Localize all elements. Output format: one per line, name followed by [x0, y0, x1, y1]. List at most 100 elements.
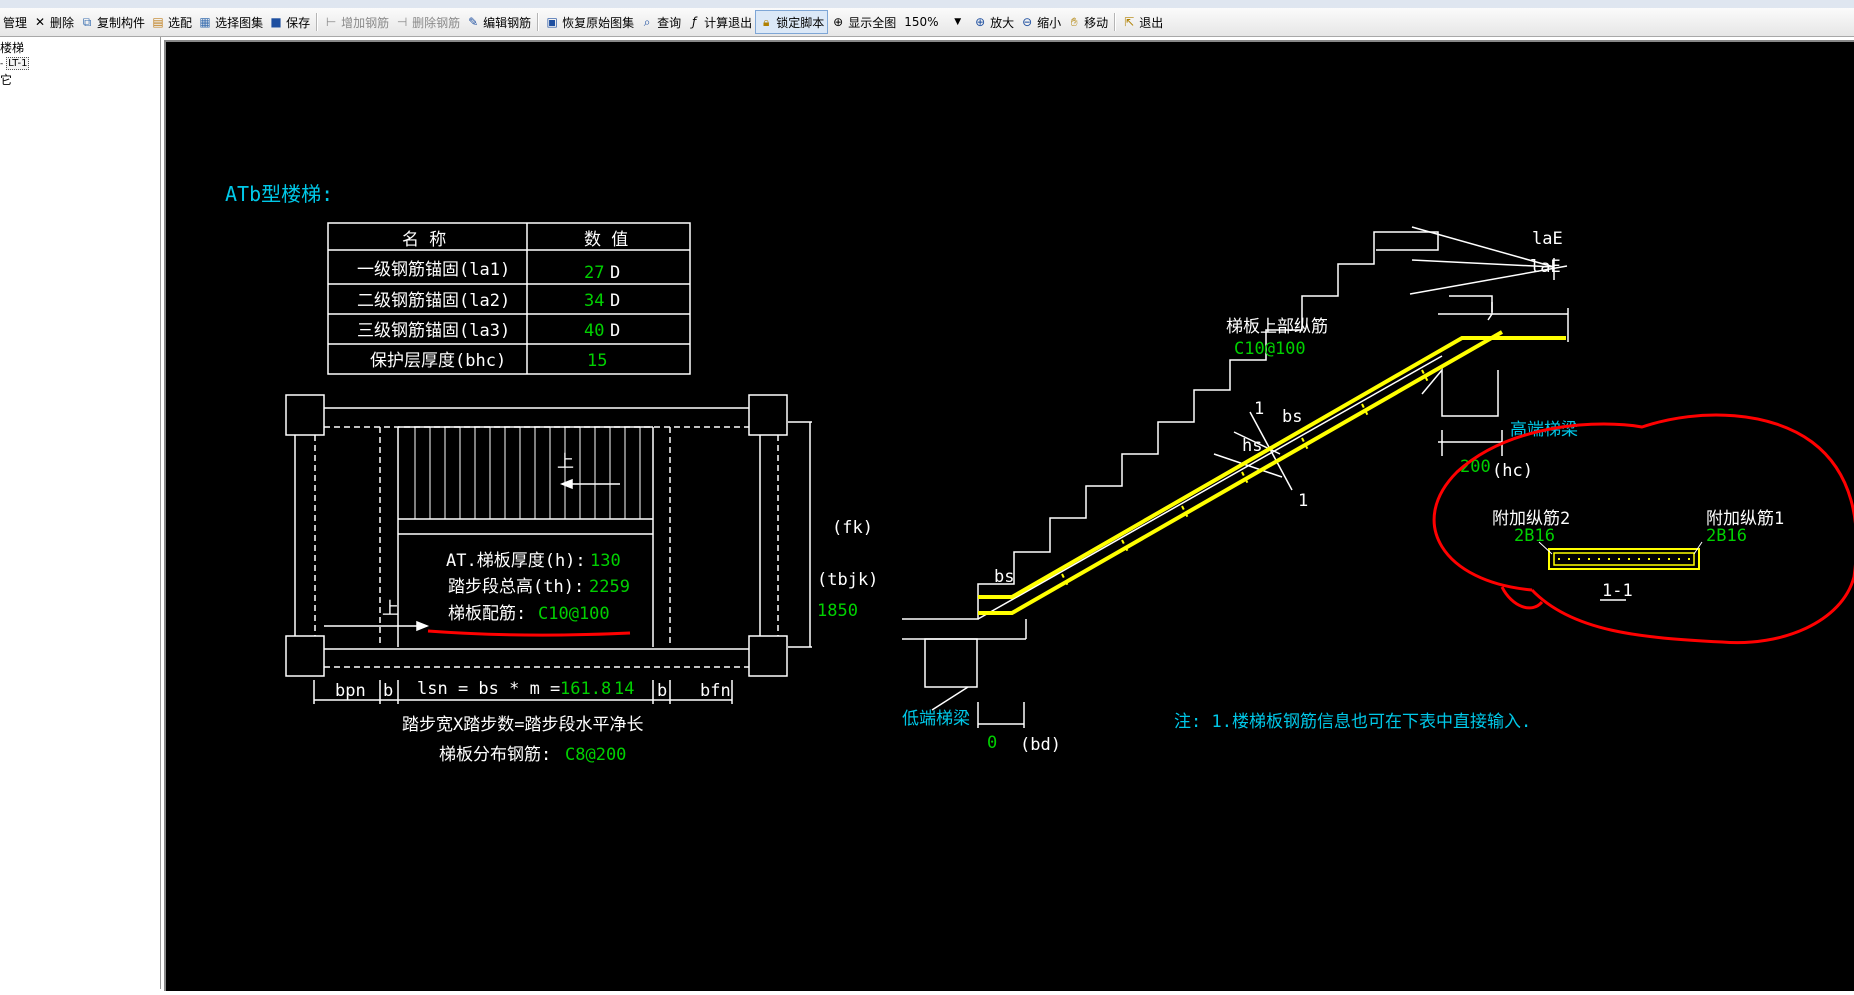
- component-tree: 楼梯 - LT-1 它: [0, 37, 161, 989]
- note-text: 注: 1.楼梯板钢筋信息也可在下表中直接输入.: [1174, 712, 1531, 732]
- calc-exit-button[interactable]: ƒ 计算退出: [684, 11, 755, 33]
- hc-label: (hc): [1492, 461, 1533, 481]
- step-count-value[interactable]: 14: [614, 679, 634, 699]
- table-header-name: 名 称: [402, 230, 446, 250]
- height-value[interactable]: 2259: [589, 577, 630, 597]
- query-label: 查询: [657, 15, 682, 30]
- zoom-select[interactable]: 150% ▼: [899, 11, 970, 33]
- copy-icon: ⧉: [82, 15, 92, 29]
- lock-script-label: 锁定脚本: [776, 15, 825, 30]
- add-rebar-button[interactable]: ⊢ 增加钢筋: [321, 11, 392, 33]
- stair-drawing: ATb型楼梯: 名 称 数 值 一级钢筋锚固(la1) 27 D 二级钢筋锚固(…: [225, 182, 1854, 765]
- toolbar: 管理 ✕ 删除 ⧉ 复制构件 ▤ 选配 ▦ 选择图集 ■ 保存 ⊢ 增加钢筋 ⊣ 删除钢筋 ✎…: [0, 8, 1854, 37]
- low-beam-label: 低端梯梁: [902, 709, 970, 729]
- extra-rebar2-value[interactable]: 2B16: [1514, 526, 1555, 546]
- distribution-rebar-value[interactable]: C8@200: [565, 745, 626, 765]
- delete-icon: ✕: [34, 15, 46, 29]
- stair-plan: [285, 394, 812, 704]
- exit-icon: ⇱: [1124, 15, 1135, 29]
- lsn-value[interactable]: 161.8: [560, 679, 611, 699]
- save-button[interactable]: ■ 保存: [266, 11, 313, 33]
- bs-label: bs: [1282, 407, 1302, 427]
- pan-icon: ✋︎: [1070, 15, 1078, 29]
- restore-atlas-button[interactable]: ▣ 恢复原始图集: [542, 11, 637, 33]
- fit-view-icon: ⊕: [833, 15, 844, 29]
- remove-rebar-label: 删除钢筋: [412, 15, 461, 30]
- tbjk-value[interactable]: 1850: [817, 601, 858, 621]
- select-atlas-label: 选择图集: [215, 15, 264, 30]
- pan-button[interactable]: ✋︎ 移动: [1064, 11, 1111, 33]
- rebar-label: 梯板配筋:: [448, 604, 526, 624]
- table-row-unit: D: [610, 263, 620, 283]
- b-label: b: [657, 681, 667, 701]
- table-row-name: 三级钢筋锚固(la3): [357, 321, 510, 341]
- table-header-value: 数 值: [584, 230, 628, 250]
- formula-text: 踏步宽X踏步数=踏步段水平净长: [402, 715, 643, 735]
- tree-item-other[interactable]: 它: [0, 71, 12, 88]
- manage-button[interactable]: 管理: [0, 11, 30, 33]
- zoom-out-label: 缩小: [1037, 15, 1062, 30]
- add-rebar-label: 增加钢筋: [341, 15, 390, 30]
- table-row-unit: D: [610, 291, 620, 311]
- bs-label: bs: [994, 567, 1014, 587]
- edit-rebar-button[interactable]: ✎ 编辑钢筋: [463, 11, 534, 33]
- query-icon: ⌕: [643, 15, 651, 29]
- restore-atlas-label: 恢复原始图集: [562, 15, 635, 30]
- stair-section: [902, 226, 1569, 728]
- save-label: 保存: [286, 15, 311, 30]
- table-row-value[interactable]: 27: [584, 263, 604, 283]
- extra-rebar1-value[interactable]: 2B16: [1706, 526, 1747, 546]
- toolbar-separator: [537, 13, 540, 31]
- table-row-value[interactable]: 34: [584, 291, 604, 311]
- bd-label: (bd): [1020, 735, 1061, 755]
- red-underline-markup: [427, 629, 631, 637]
- drawing-canvas[interactable]: ATb型楼梯: 名 称 数 值 一级钢筋锚固(la1) 27 D 二级钢筋锚固(…: [164, 40, 1854, 991]
- exit-label: 退出: [1139, 15, 1164, 30]
- select-atlas-button[interactable]: ▦ 选择图集: [195, 11, 266, 33]
- tree-item-lt1[interactable]: - LT-1: [0, 55, 30, 70]
- bd-value[interactable]: 0: [987, 733, 997, 753]
- table-row-value[interactable]: 40: [584, 321, 604, 341]
- distribution-rebar-label: 梯板分布钢筋:: [439, 745, 551, 765]
- tbjk-label: (tbjk): [817, 570, 878, 590]
- select-config-label: 选配: [168, 15, 193, 30]
- tree-item-label: 楼梯: [0, 41, 25, 55]
- delete-button[interactable]: ✕ 删除: [30, 11, 77, 33]
- hs-label: hs: [1242, 436, 1262, 456]
- tree-item-stairs[interactable]: 楼梯: [0, 39, 24, 56]
- table-row-value[interactable]: 15: [587, 351, 607, 371]
- tree-item-label: 它: [0, 73, 13, 87]
- toolbar-separator: [1114, 13, 1117, 31]
- query-button[interactable]: ⌕ 查询: [637, 11, 684, 33]
- laE-label: laE: [1532, 229, 1563, 249]
- fit-view-button[interactable]: ⊕ 显示全图: [828, 11, 899, 33]
- upper-rebar-label: 梯板上部纵筋: [1226, 317, 1328, 337]
- lock-script-button[interactable]: 🔒︎ 锁定脚本: [755, 10, 829, 34]
- atlas-icon: ▦: [199, 15, 211, 29]
- calc-exit-label: 计算退出: [704, 15, 753, 30]
- bfn-label: bfn: [700, 681, 731, 701]
- select-config-button[interactable]: ▤ 选配: [148, 11, 195, 33]
- zoom-in-icon: ⊕: [975, 15, 986, 29]
- toolbar-separator: [316, 13, 319, 31]
- thickness-value[interactable]: 130: [590, 551, 621, 571]
- upper-rebar-value[interactable]: C10@100: [1234, 339, 1306, 359]
- fit-view-label: 显示全图: [848, 15, 897, 30]
- zoom-in-button[interactable]: ⊕ 放大: [970, 11, 1017, 33]
- lock-icon: 🔒︎: [762, 15, 770, 29]
- chevron-down-icon: ▼: [954, 17, 962, 27]
- section-mark: 1: [1298, 491, 1308, 511]
- tree-item-label: LT-1: [6, 57, 30, 70]
- table-row-name: 二级钢筋锚固(la2): [357, 291, 510, 311]
- thickness-label: AT.梯板厚度(h):: [446, 551, 586, 571]
- zoom-out-button[interactable]: ⊖ 缩小: [1017, 11, 1064, 33]
- zoom-in-label: 放大: [990, 15, 1015, 30]
- exit-button[interactable]: ⇱ 退出: [1119, 11, 1166, 33]
- remove-rebar-button[interactable]: ⊣ 删除钢筋: [392, 11, 463, 33]
- edit-rebar-label: 编辑钢筋: [483, 15, 532, 30]
- copy-component-button[interactable]: ⧉ 复制构件: [77, 11, 148, 33]
- edit-rebar-icon: ✎: [468, 15, 479, 29]
- zoom-value: 150%: [904, 15, 939, 29]
- rebar-value[interactable]: C10@100: [538, 604, 610, 624]
- copy-component-label: 复制构件: [97, 15, 146, 30]
